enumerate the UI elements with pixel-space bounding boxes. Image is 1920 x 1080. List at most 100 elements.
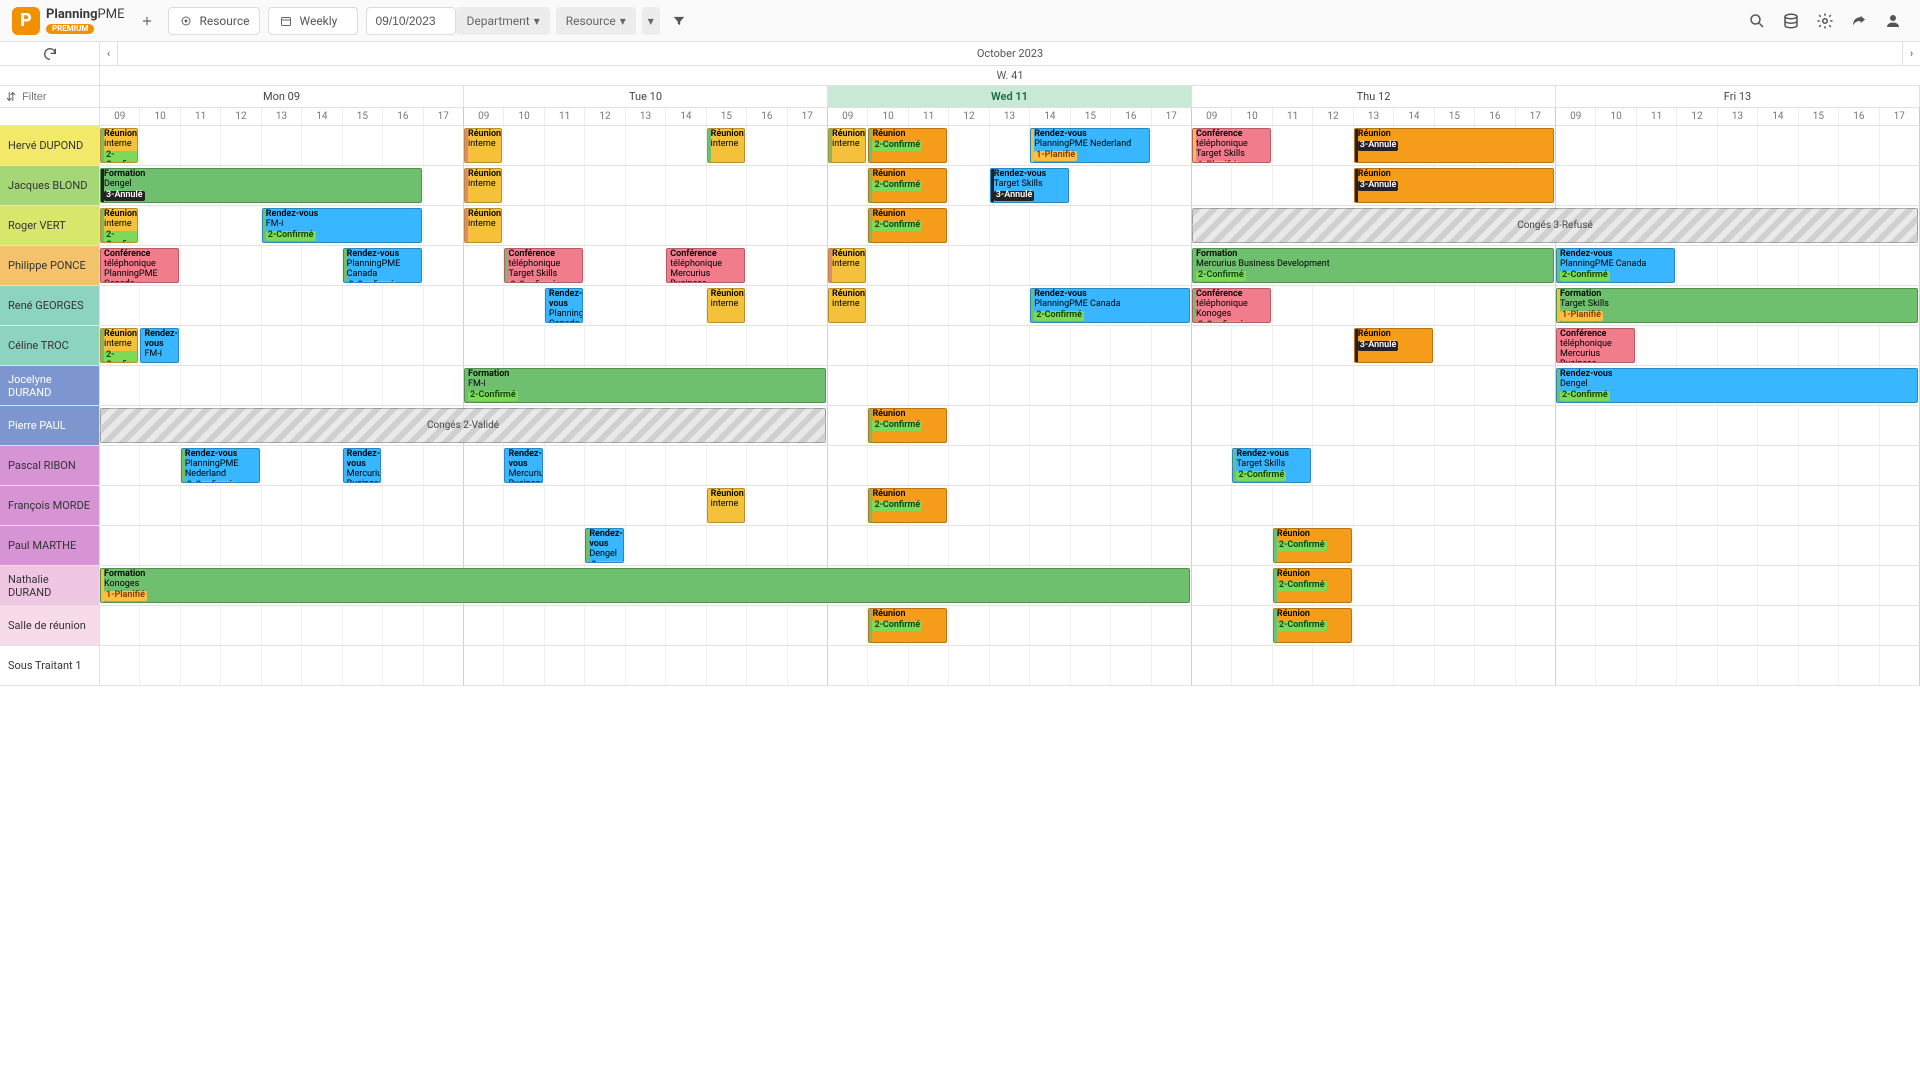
resource-label[interactable]: François MORDE xyxy=(0,486,100,525)
next-period-button[interactable]: › xyxy=(1902,42,1920,65)
resource-label[interactable]: Roger VERT xyxy=(0,206,100,245)
resource-dropdown[interactable]: Resource xyxy=(168,7,260,35)
resource-filter-chip[interactable]: Resource ▾ xyxy=(556,7,636,35)
event-block[interactable]: FormationTarget Skills1-Planifié xyxy=(1556,288,1918,323)
event-block[interactable]: Conférencetéléphonique Mercurius Busines… xyxy=(666,248,745,283)
event-block[interactable]: Réunioninterne xyxy=(707,288,745,323)
event-block[interactable]: Réunion2-Confirmé xyxy=(868,168,947,203)
resource-label[interactable]: Sous Traitant 1 xyxy=(0,646,100,685)
filter-funnel-button[interactable] xyxy=(666,7,692,35)
event-block[interactable]: Réunion2-Confirmé xyxy=(1273,568,1352,603)
event-block[interactable]: Rendez-vousMercurius Business xyxy=(504,448,542,483)
resource-filter-more[interactable]: ▾ xyxy=(642,7,660,35)
event-block[interactable]: Réunioninterne xyxy=(828,248,866,283)
date-input[interactable] xyxy=(366,7,456,35)
event-layer: Rendez-vousPlanning Canada Réunioninterne… xyxy=(100,286,1920,325)
resource-label[interactable]: Pascal RIBON xyxy=(0,446,100,485)
event-block[interactable]: Réunioninterne xyxy=(707,488,745,523)
event-block[interactable]: Réunion2-Confirmé xyxy=(1273,608,1352,643)
leave-block[interactable]: Congés 2-Validé xyxy=(100,408,826,443)
share-button[interactable] xyxy=(1844,6,1874,36)
hour-header: 11 xyxy=(545,108,585,125)
event-block[interactable]: Conférencetéléphonique Target Skills1-Pl… xyxy=(1192,128,1271,163)
event-block[interactable]: Réunioninterne xyxy=(464,168,502,203)
sort-icon[interactable]: ⇵ xyxy=(6,90,16,104)
resource-label[interactable]: Paul MARTHE xyxy=(0,526,100,565)
refresh-button[interactable] xyxy=(0,42,100,65)
target-icon xyxy=(179,14,193,28)
hour-header: 13 xyxy=(262,108,302,125)
event-block[interactable]: Réunion2-Confirmé xyxy=(868,488,947,523)
event-block[interactable]: Rendez-vousTarget Skills2-Confirmé xyxy=(1232,448,1311,483)
event-block[interactable]: Réunion3-Annulé xyxy=(1354,168,1554,203)
day-header: Thu 12 xyxy=(1192,86,1556,107)
hour-header: 09 xyxy=(464,108,504,125)
resource-label[interactable]: Philippe PONCE xyxy=(0,246,100,285)
settings-button[interactable] xyxy=(1810,6,1840,36)
event-block[interactable]: Conférencetéléphonique Target Skills2-Co… xyxy=(504,248,583,283)
resource-filter-input[interactable] xyxy=(22,91,72,103)
event-block[interactable]: Réunion3-Annulé xyxy=(1354,128,1554,163)
resource-label[interactable]: Céline TROC xyxy=(0,326,100,365)
department-filter-chip[interactable]: Department ▾ xyxy=(456,7,549,35)
search-button[interactable] xyxy=(1742,6,1772,36)
resource-row: Jacques BLONDFormationDengel3-Annulé Réun… xyxy=(0,166,1920,206)
event-block[interactable]: Réunioninterne2-Confirmé xyxy=(100,208,138,243)
event-block[interactable]: Réunioninterne xyxy=(464,128,502,163)
event-block[interactable]: Rendez-vousTarget Skills3-Annulé xyxy=(990,168,1069,203)
event-block[interactable]: Réunioninterne xyxy=(464,208,502,243)
event-block[interactable]: FormationMercurius Business Development2… xyxy=(1192,248,1554,283)
event-block[interactable]: Réunioninterne xyxy=(828,288,866,323)
resource-label[interactable]: Pierre PAUL xyxy=(0,406,100,445)
resource-label[interactable]: Nathalie DURAND xyxy=(0,566,100,605)
view-dropdown[interactable]: Weekly xyxy=(268,7,358,35)
resource-row: Pascal RIBON Rendez-vousPlanningPME Neder… xyxy=(0,446,1920,486)
event-block[interactable]: Conférencetéléphonique Konoges2-Confirmé xyxy=(1192,288,1271,323)
leave-block[interactable]: Congés 3-Refusé xyxy=(1192,208,1918,243)
event-block[interactable]: Rendez-vousPlanningPME Canada2-Confirmé xyxy=(1556,248,1675,283)
event-block[interactable]: Réunion2-Confirmé xyxy=(868,408,947,443)
hour-header: 15 xyxy=(343,108,383,125)
event-block[interactable]: Réunioninterne xyxy=(828,128,866,163)
event-block[interactable]: Réunioninterne2-Confirmé xyxy=(100,128,138,163)
refresh-icon xyxy=(42,46,58,62)
event-block[interactable]: Réunioninterne2-Confirmé xyxy=(100,328,138,363)
event-block[interactable]: Conférencetéléphonique Mercurius Busines… xyxy=(1556,328,1635,363)
event-block[interactable]: Rendez-vousFM-i xyxy=(140,328,178,363)
event-block[interactable]: FormationFM-i2-Confirmé xyxy=(464,368,826,403)
event-block[interactable]: Rendez-vousDengel2-Confirmé xyxy=(585,528,623,563)
resource-filter-label: Resource xyxy=(566,14,616,28)
data-button[interactable] xyxy=(1776,6,1806,36)
hours-header-row: 0910111213141516170910111213141516170910… xyxy=(0,108,1920,126)
event-block[interactable]: FormationDengel3-Annulé xyxy=(100,168,422,203)
event-block[interactable]: Réunion2-Confirmé xyxy=(868,128,947,163)
hour-header: 12 xyxy=(585,108,625,125)
event-block[interactable]: Rendez-vousPlanningPME Canada2-Confirmé xyxy=(1030,288,1190,323)
event-block[interactable]: Réunion2-Confirmé xyxy=(868,608,947,643)
event-block[interactable]: Rendez-vousDengel2-Confirmé xyxy=(1556,368,1918,403)
resource-label[interactable]: Hervé DUPOND xyxy=(0,126,100,165)
event-block[interactable]: Conférencetéléphonique PlanningPME Canad… xyxy=(100,248,179,283)
event-block[interactable]: Réunion2-Confirmé xyxy=(1273,528,1352,563)
event-layer: Réunion2-Confirmé Réunion2-Confirmé xyxy=(100,606,1920,645)
event-block[interactable]: Rendez-vousMercurius Business xyxy=(343,448,381,483)
resource-label[interactable]: Salle de réunion xyxy=(0,606,100,645)
event-block[interactable]: Réunion3-Annulé xyxy=(1354,328,1433,363)
resource-label[interactable]: Jocelyne DURAND xyxy=(0,366,100,405)
hour-header: 09 xyxy=(828,108,868,125)
month-label: October 2023 xyxy=(118,42,1902,65)
event-block[interactable]: Réunion2-Confirmé xyxy=(868,208,947,243)
event-block[interactable]: FormationKonoges1-Planifié xyxy=(100,568,1190,603)
add-button[interactable] xyxy=(134,7,160,35)
event-block[interactable]: Rendez-vousPlanningPME Canada2-Confirmé xyxy=(343,248,422,283)
event-block[interactable]: Rendez-vousPlanningPME Nederland2-Confir… xyxy=(181,448,260,483)
user-button[interactable] xyxy=(1878,6,1908,36)
event-block[interactable]: Réunioninterne xyxy=(707,128,745,163)
prev-period-button[interactable]: ‹ xyxy=(100,42,118,65)
resource-label[interactable]: Jacques BLOND xyxy=(0,166,100,205)
resource-row: René GEORGES Rendez-vousPlanning Canada Ré… xyxy=(0,286,1920,326)
event-block[interactable]: Rendez-vousFM-i2-Confirmé xyxy=(262,208,422,243)
event-block[interactable]: Rendez-vousPlanning Canada xyxy=(545,288,583,323)
resource-label[interactable]: René GEORGES xyxy=(0,286,100,325)
event-block[interactable]: Rendez-vousPlanningPME Nederland1-Planif… xyxy=(1030,128,1149,163)
